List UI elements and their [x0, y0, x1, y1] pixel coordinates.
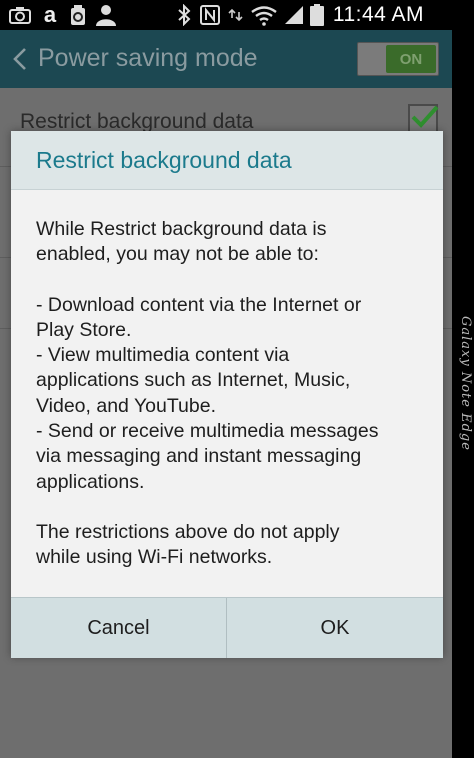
message-line: - Download content via the Internet or — [36, 293, 362, 316]
message-line: - Send or receive multimedia messages — [36, 420, 379, 443]
message-line: applications. — [36, 470, 145, 493]
power-saving-switch[interactable]: ON — [357, 42, 439, 76]
message-line: Video, and YouTube. — [36, 394, 217, 417]
message-line: Play Store. — [36, 318, 132, 341]
camera-icon — [8, 4, 32, 26]
bluetooth-icon — [176, 4, 192, 26]
ok-button[interactable]: OK — [227, 598, 443, 658]
message-line: applications such as Internet, Music, — [36, 369, 351, 392]
battery-icon — [309, 4, 325, 26]
dialog-title: Restrict background data — [36, 147, 292, 173]
clock: 11:44 AM — [332, 3, 424, 26]
page-title[interactable]: Power saving mode — [38, 44, 258, 73]
amazon-icon: a — [43, 2, 57, 27]
wifi-icon — [228, 4, 280, 26]
recycle-icon — [68, 4, 88, 26]
signal-icon — [283, 4, 305, 26]
dialog-header: Restrict background data — [11, 131, 443, 190]
action-bar: Power saving mode ON — [0, 30, 452, 88]
device-brand-label: Galaxy Note Edge — [458, 316, 473, 451]
message-line: enabled, you may not be able to: — [36, 243, 319, 266]
message-line: via messaging and instant messaging — [36, 445, 362, 468]
restrict-data-dialog: Restrict background data While Restrict … — [11, 131, 443, 658]
message-line: The restrictions above do not apply — [36, 520, 340, 543]
switch-on-label: ON — [386, 45, 436, 73]
message-line: while using Wi-Fi networks. — [36, 546, 273, 569]
check-icon — [411, 105, 439, 128]
restrict-background-data-checkbox[interactable] — [408, 104, 439, 134]
dialog-message: While Restrict background data is enable… — [36, 217, 428, 571]
person-icon — [94, 4, 118, 26]
back-arrow-icon[interactable] — [12, 47, 28, 71]
dialog-button-bar: Cancel OK — [11, 597, 443, 658]
nfc-icon — [199, 4, 221, 26]
status-bar: a 11:44 AM — [0, 0, 452, 30]
cancel-button[interactable]: Cancel — [11, 598, 226, 658]
message-line: - View multimedia content via — [36, 344, 290, 367]
message-line: While Restrict background data is — [36, 218, 327, 240]
